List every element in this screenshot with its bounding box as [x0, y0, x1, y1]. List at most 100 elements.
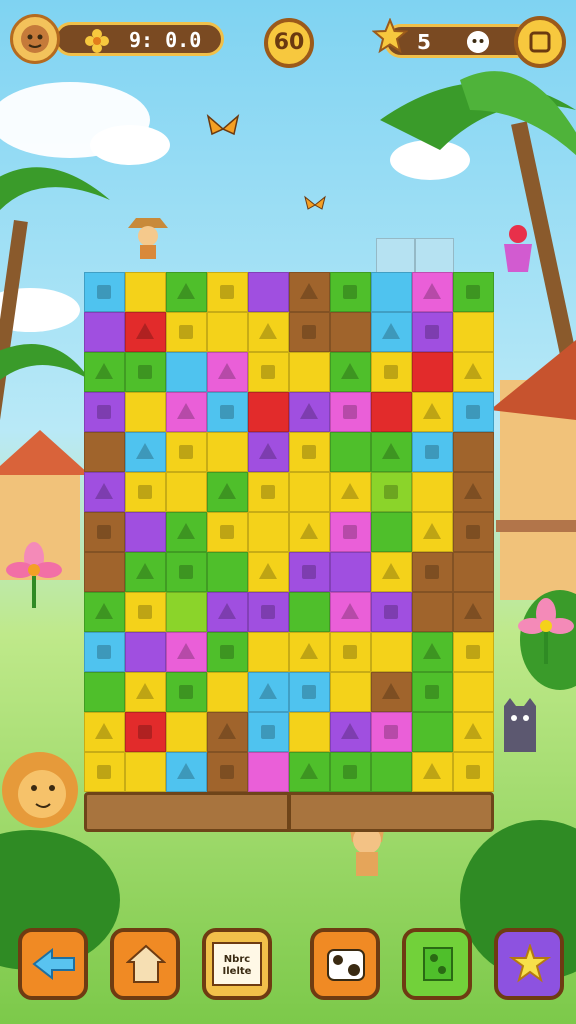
board-tile[interactable] [371, 592, 412, 632]
board-tile[interactable] [289, 672, 330, 712]
board-tile[interactable] [289, 272, 330, 312]
board-tile[interactable] [371, 552, 412, 592]
board-tile[interactable] [84, 512, 125, 552]
board-tile[interactable] [330, 672, 371, 712]
board-tile[interactable] [166, 512, 207, 552]
board-tile[interactable] [412, 312, 453, 352]
board-tile[interactable] [248, 352, 289, 392]
board-tile[interactable] [248, 712, 289, 752]
board-tile[interactable] [371, 432, 412, 472]
board-tile[interactable] [330, 352, 371, 392]
board-tile[interactable] [84, 672, 125, 712]
puzzle-button[interactable] [402, 928, 472, 1000]
board-tile[interactable] [248, 632, 289, 672]
board-tile[interactable] [84, 432, 125, 472]
board-tile[interactable] [207, 632, 248, 672]
board-tile[interactable] [289, 472, 330, 512]
star-burst-button[interactable] [494, 928, 564, 1000]
board-tile[interactable] [371, 712, 412, 752]
board-tile[interactable] [125, 312, 166, 352]
board-tile[interactable] [166, 712, 207, 752]
board-tile[interactable] [84, 552, 125, 592]
board-tile[interactable] [289, 632, 330, 672]
board-tile[interactable] [207, 272, 248, 312]
board-tile[interactable] [125, 472, 166, 512]
board-tile[interactable] [289, 312, 330, 352]
avatar[interactable] [10, 14, 60, 64]
board-tile[interactable] [166, 592, 207, 632]
board-tile[interactable] [412, 752, 453, 792]
board-tile[interactable] [248, 392, 289, 432]
board-tile[interactable] [125, 552, 166, 592]
board-tile[interactable] [207, 592, 248, 632]
board-tile[interactable] [84, 472, 125, 512]
board-tile[interactable] [248, 592, 289, 632]
board-tile[interactable] [207, 392, 248, 432]
board-tile[interactable] [371, 272, 412, 312]
board-tile[interactable] [166, 472, 207, 512]
board-tile[interactable] [166, 352, 207, 392]
board-tile[interactable] [289, 432, 330, 472]
board-tile[interactable] [412, 352, 453, 392]
board-tile[interactable] [248, 672, 289, 712]
board-tile[interactable] [453, 432, 494, 472]
board-tile[interactable] [371, 632, 412, 672]
board-tile[interactable] [84, 272, 125, 312]
board-tile[interactable] [248, 472, 289, 512]
card-button[interactable]: Nbrc Ilelte [202, 928, 272, 1000]
board-tile[interactable] [371, 392, 412, 432]
board-tile[interactable] [125, 272, 166, 312]
board-tile[interactable] [207, 312, 248, 352]
board-tile[interactable] [289, 712, 330, 752]
board-tile[interactable] [371, 312, 412, 352]
board-tile[interactable] [84, 312, 125, 352]
board-tile[interactable] [166, 272, 207, 312]
board-tile[interactable] [125, 712, 166, 752]
back-button[interactable] [18, 928, 88, 1000]
board-tile[interactable] [412, 672, 453, 712]
board-tile[interactable] [207, 432, 248, 472]
board-tile[interactable] [166, 432, 207, 472]
board-tile[interactable] [453, 352, 494, 392]
board-tile[interactable] [125, 432, 166, 472]
board-tile[interactable] [330, 392, 371, 432]
board-tile[interactable] [207, 352, 248, 392]
board-tile[interactable] [453, 592, 494, 632]
board-tile[interactable] [166, 752, 207, 792]
board-tile[interactable] [248, 552, 289, 592]
board-tile[interactable] [207, 472, 248, 512]
board-tile[interactable] [248, 512, 289, 552]
board-tile[interactable] [453, 632, 494, 672]
board-tile[interactable] [412, 552, 453, 592]
board-tile[interactable] [453, 312, 494, 352]
board-tile[interactable] [412, 712, 453, 752]
board-tile[interactable] [371, 512, 412, 552]
board-tile[interactable] [84, 632, 125, 672]
board-tile[interactable] [330, 432, 371, 472]
board-tile[interactable] [330, 272, 371, 312]
board-tile[interactable] [289, 352, 330, 392]
board-tile[interactable] [289, 392, 330, 432]
board-tile[interactable] [330, 312, 371, 352]
board-tile[interactable] [166, 312, 207, 352]
home-button[interactable] [110, 928, 180, 1000]
board-tile[interactable] [330, 752, 371, 792]
board-tile[interactable] [125, 392, 166, 432]
board-tile[interactable] [125, 752, 166, 792]
board-tile[interactable] [453, 392, 494, 432]
board-tile[interactable] [248, 312, 289, 352]
board-tile[interactable] [166, 632, 207, 672]
board-tile[interactable] [412, 592, 453, 632]
board-tile[interactable] [453, 472, 494, 512]
board-tile[interactable] [412, 432, 453, 472]
board-tile[interactable] [125, 632, 166, 672]
board-tile[interactable] [453, 272, 494, 312]
board-tile[interactable] [125, 672, 166, 712]
board-tile[interactable] [207, 712, 248, 752]
board-tile[interactable] [412, 272, 453, 312]
board-tile[interactable] [330, 512, 371, 552]
board-tile[interactable] [84, 592, 125, 632]
board-tile[interactable] [412, 392, 453, 432]
board-tile[interactable] [412, 472, 453, 512]
board-tile[interactable] [412, 512, 453, 552]
